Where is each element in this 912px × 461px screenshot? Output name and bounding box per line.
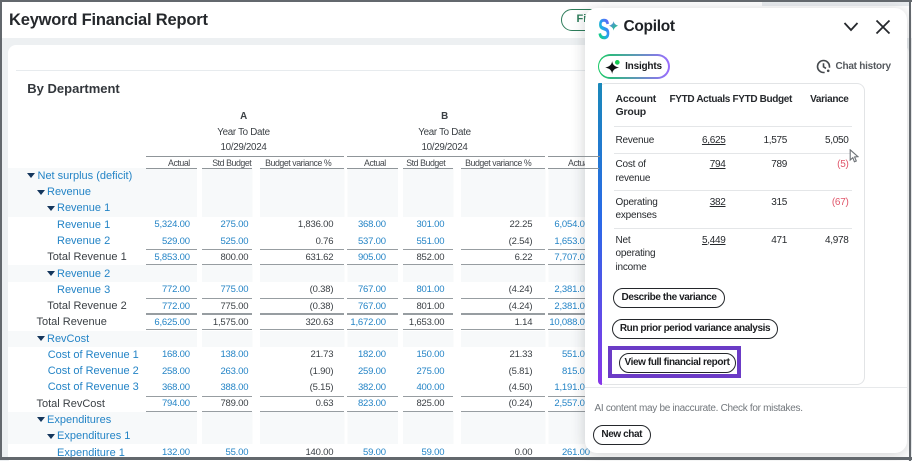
svg-text:S: S bbox=[598, 17, 610, 46]
